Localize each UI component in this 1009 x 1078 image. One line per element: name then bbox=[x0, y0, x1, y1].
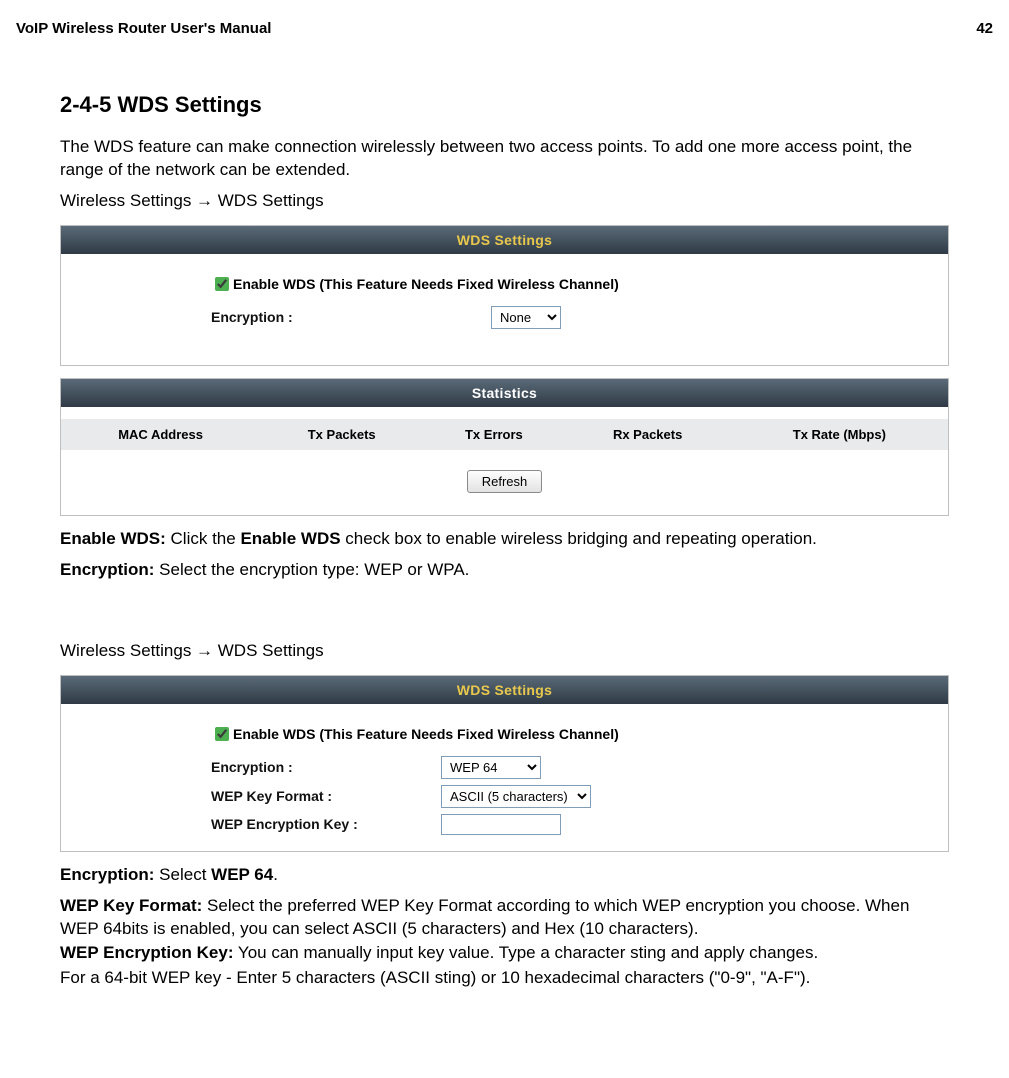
enable-wds-label-2: Enable WDS (This Feature Needs Fixed Wir… bbox=[233, 726, 619, 742]
encryption-row-2: Encryption : WEP 64 bbox=[211, 756, 918, 779]
enable-wds-checkbox-cell bbox=[211, 274, 233, 294]
page-number: 42 bbox=[976, 20, 993, 37]
enable-wds-checkbox-cell-2 bbox=[211, 724, 233, 744]
col-rxpackets: Rx Packets bbox=[565, 419, 731, 450]
refresh-button[interactable]: Refresh bbox=[467, 470, 543, 493]
encryption-label-2: Encryption : bbox=[211, 759, 441, 775]
stats-header-row: MAC Address Tx Packets Tx Errors Rx Pack… bbox=[61, 419, 948, 450]
encryption-desc: Encryption: Select the encryption type: … bbox=[60, 559, 949, 582]
refresh-row: Refresh bbox=[61, 456, 948, 515]
wep-key-input[interactable] bbox=[441, 814, 561, 835]
statistics-panel: Statistics MAC Address Tx Packets Tx Err… bbox=[60, 378, 949, 516]
col-txrate: Tx Rate (Mbps) bbox=[731, 419, 948, 450]
encryption-row-1: Encryption : None bbox=[211, 306, 918, 329]
wepkey-desc: WEP Encryption Key: You can manually inp… bbox=[60, 942, 949, 965]
enable-wds-row-2: Enable WDS (This Feature Needs Fixed Wir… bbox=[211, 724, 918, 744]
encryption-desc-text: Select the encryption type: WEP or WPA. bbox=[154, 560, 469, 579]
page-header: VoIP Wireless Router User's Manual 42 bbox=[16, 20, 993, 37]
enc64-desc-text: Select bbox=[154, 865, 211, 884]
enable-wds-desc-label: Enable WDS: bbox=[60, 529, 166, 548]
statistics-table: MAC Address Tx Packets Tx Errors Rx Pack… bbox=[61, 419, 948, 450]
content-area: 2-4-5 WDS Settings The WDS feature can m… bbox=[16, 92, 993, 990]
panel-body-1: Enable WDS (This Feature Needs Fixed Wir… bbox=[61, 254, 948, 365]
wds-settings-panel-1: WDS Settings Enable WDS (This Feature Ne… bbox=[60, 225, 949, 366]
enable-wds-checkbox-2[interactable] bbox=[215, 727, 229, 741]
enable-wds-desc-tail: check box to enable wireless bridging an… bbox=[341, 529, 817, 548]
col-mac: MAC Address bbox=[61, 419, 260, 450]
intro-paragraph: The WDS feature can make connection wire… bbox=[60, 136, 949, 182]
enable-wds-desc-bold: Enable WDS bbox=[240, 529, 340, 548]
wds-settings-panel-2: WDS Settings Enable WDS (This Feature Ne… bbox=[60, 675, 949, 852]
wepformat-desc: WEP Key Format: Select the preferred WEP… bbox=[60, 895, 949, 941]
enc64-desc-tail: . bbox=[273, 865, 278, 884]
spacer bbox=[60, 590, 949, 640]
wep-key-row: WEP Encryption Key : bbox=[211, 814, 918, 835]
wep-format-row: WEP Key Format : ASCII (5 characters) bbox=[211, 785, 918, 808]
enc64-desc-label: Encryption: bbox=[60, 865, 154, 884]
encryption-desc-label: Encryption: bbox=[60, 560, 154, 579]
wep-format-select[interactable]: ASCII (5 characters) bbox=[441, 785, 591, 808]
panel-header-wds-2: WDS Settings bbox=[61, 676, 948, 704]
breadcrumb-2: Wireless Settings → WDS Settings bbox=[60, 640, 949, 663]
wepkey-desc-text: You can manually input key value. Type a… bbox=[234, 943, 819, 962]
document-page: VoIP Wireless Router User's Manual 42 2-… bbox=[0, 0, 1009, 1028]
enable-wds-desc: Enable WDS: Click the Enable WDS check b… bbox=[60, 528, 949, 551]
wepformat-desc-label: WEP Key Format: bbox=[60, 896, 202, 915]
col-txpackets: Tx Packets bbox=[260, 419, 423, 450]
enable-wds-label-1: Enable WDS (This Feature Needs Fixed Wir… bbox=[233, 276, 619, 292]
panel-body-2: Enable WDS (This Feature Needs Fixed Wir… bbox=[61, 704, 948, 851]
enable-wds-row-1: Enable WDS (This Feature Needs Fixed Wir… bbox=[211, 274, 918, 294]
wepkey-note: For a 64-bit WEP key - Enter 5 character… bbox=[60, 967, 949, 990]
col-txerrors: Tx Errors bbox=[423, 419, 564, 450]
wep-format-label: WEP Key Format : bbox=[211, 788, 441, 804]
encryption-label-1: Encryption : bbox=[211, 309, 491, 325]
breadcrumb-1: Wireless Settings → WDS Settings bbox=[60, 190, 949, 213]
wep-key-label: WEP Encryption Key : bbox=[211, 816, 441, 832]
enable-wds-desc-text: Click the bbox=[166, 529, 241, 548]
header-title: VoIP Wireless Router User's Manual bbox=[16, 20, 271, 37]
panel-header-wds-1: WDS Settings bbox=[61, 226, 948, 254]
encryption-select-1[interactable]: None bbox=[491, 306, 561, 329]
enable-wds-checkbox-1[interactable] bbox=[215, 277, 229, 291]
section-title: 2-4-5 WDS Settings bbox=[60, 92, 949, 118]
encryption-select-2[interactable]: WEP 64 bbox=[441, 756, 541, 779]
wepkey-desc-label: WEP Encryption Key: bbox=[60, 943, 234, 962]
enc64-desc-bold: WEP 64 bbox=[211, 865, 273, 884]
enc64-desc: Encryption: Select WEP 64. bbox=[60, 864, 949, 887]
panel-header-statistics: Statistics bbox=[61, 379, 948, 407]
